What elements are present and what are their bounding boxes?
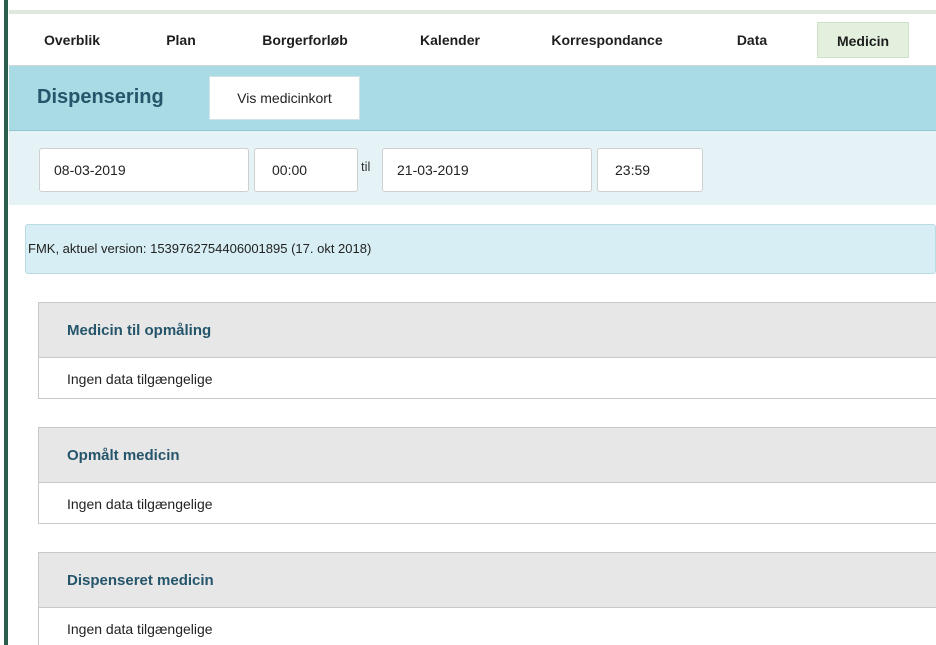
tab-medicin[interactable]: Medicin — [817, 22, 909, 58]
to-date-input[interactable]: 21-03-2019 — [382, 148, 592, 192]
tab-data[interactable]: Data — [727, 22, 777, 58]
page-title: Dispensering — [37, 86, 164, 108]
panel-empty-text: Ingen data tilgængelige — [39, 358, 936, 398]
date-range-row: 08-03-2019 00:00 til 21-03-2019 23:59 — [9, 131, 936, 205]
main-nav: Overblik Plan Borgerforløb Kalender Korr… — [9, 14, 936, 66]
from-time-input[interactable]: 00:00 — [254, 148, 358, 192]
panel-opmaalt-medicin: Opmålt medicin Ingen data tilgængelige — [38, 427, 936, 524]
panel-dispenseret-medicin: Dispenseret medicin Ingen data tilgængel… — [38, 552, 936, 645]
panel-empty-text: Ingen data tilgængelige — [39, 608, 936, 645]
tab-kalender[interactable]: Kalender — [405, 22, 495, 58]
fmk-version-banner: FMK, aktuel version: 1539762754406001895… — [25, 224, 936, 274]
tab-plan[interactable]: Plan — [155, 22, 207, 58]
from-date-input[interactable]: 08-03-2019 — [39, 148, 249, 192]
date-separator: til — [361, 159, 371, 174]
left-edge — [0, 0, 9, 645]
left-edge-bar — [4, 0, 8, 645]
panel-medicin-til-opmaaling: Medicin til opmåling Ingen data tilgænge… — [38, 302, 936, 399]
panel-title: Medicin til opmåling — [39, 303, 936, 358]
panel-title: Dispenseret medicin — [39, 553, 936, 608]
to-time-input[interactable]: 23:59 — [597, 148, 703, 192]
panel-empty-text: Ingen data tilgængelige — [39, 483, 936, 523]
dispensering-header: Dispensering Vis medicinkort — [9, 66, 936, 131]
tab-borgerforloeb[interactable]: Borgerforløb — [249, 22, 361, 58]
tab-overblik[interactable]: Overblik — [31, 22, 113, 58]
panel-title: Opmålt medicin — [39, 428, 936, 483]
show-medicine-card-button[interactable]: Vis medicinkort — [209, 76, 360, 120]
tab-korrespondance[interactable]: Korrespondance — [537, 22, 677, 58]
